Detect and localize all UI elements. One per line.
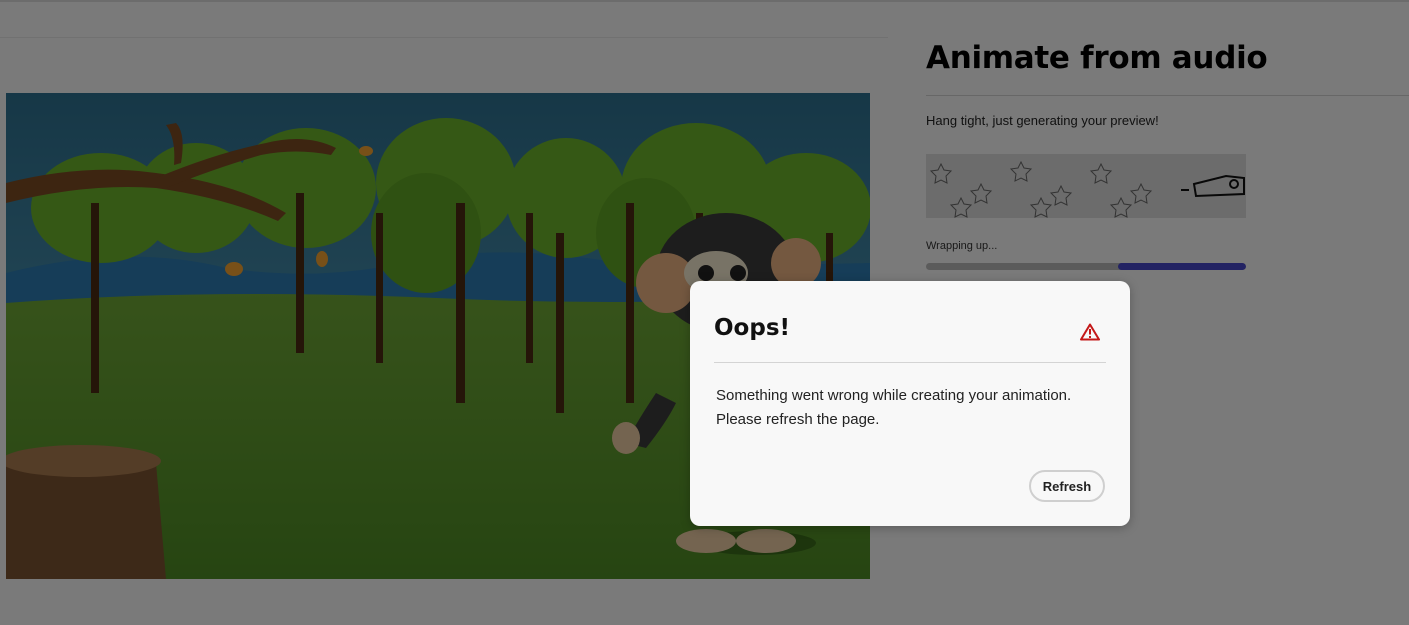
dialog-divider [714,362,1106,363]
error-dialog: Oops! Something went wrong while creatin… [690,281,1130,526]
dialog-message: Something went wrong while creating your… [716,384,1096,432]
alert-triangle-icon [1080,323,1100,341]
dialog-message-line-2: Please refresh the page. [716,411,880,428]
refresh-button[interactable]: Refresh [1029,470,1105,502]
dialog-title: Oops! [714,315,790,341]
dialog-message-line-1: Something went wrong while creating your… [716,387,1072,404]
